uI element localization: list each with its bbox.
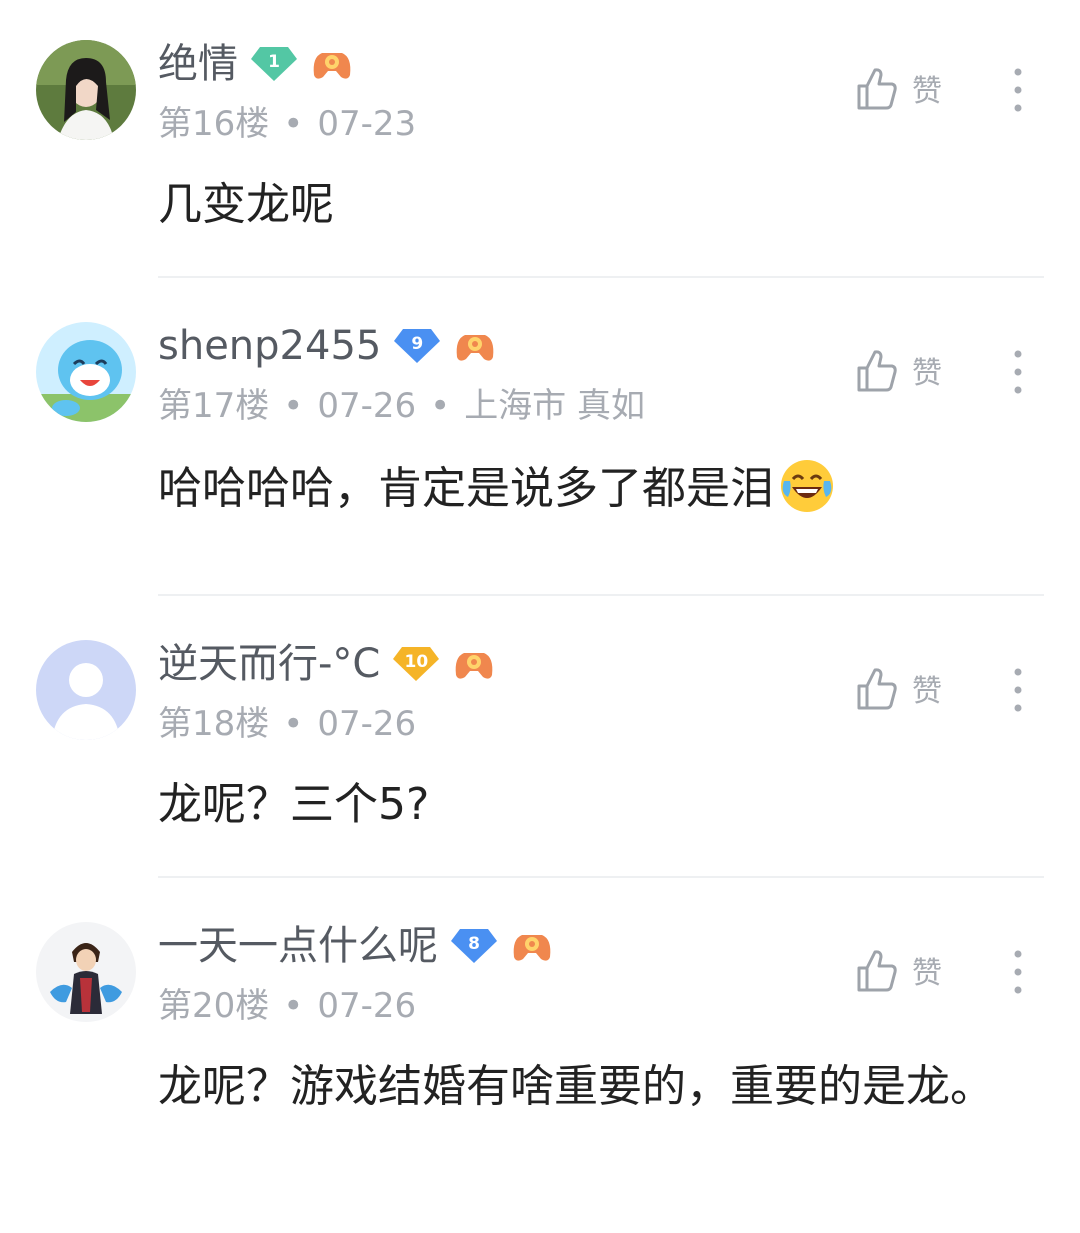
like-button[interactable]: 赞 <box>856 948 942 992</box>
name-row: 绝情 1 <box>158 36 354 92</box>
level-badge: 10 <box>392 645 440 683</box>
avatar[interactable] <box>36 640 136 740</box>
like-label: 赞 <box>912 74 942 109</box>
like-button[interactable]: 赞 <box>856 66 942 110</box>
post-date: 07-23 <box>317 104 417 144</box>
comment-text: 龙呢？游戏结婚有啥重要的，重要的是龙。 <box>158 1061 994 1112</box>
divider <box>158 876 1044 878</box>
more-options-button[interactable] <box>1006 66 1030 114</box>
thumbs-up-icon <box>857 668 897 710</box>
avatar[interactable] <box>36 322 136 422</box>
level-badge: 9 <box>393 327 441 365</box>
more-vertical-icon <box>1014 68 1022 112</box>
meta-separator: • <box>283 704 304 744</box>
more-options-button[interactable] <box>1006 348 1030 396</box>
comment-meta: 第18楼 • 07-26 <box>158 698 416 750</box>
username[interactable]: shenp2455 <box>158 318 381 374</box>
like-label: 赞 <box>912 674 942 709</box>
avatar-cartoon-blue-creature-icon <box>36 322 136 422</box>
meta-separator: • <box>283 986 304 1026</box>
comment-text: 龙呢？三个5? <box>158 779 430 830</box>
like-label: 赞 <box>912 356 942 391</box>
name-row: 逆天而行-°C 10 <box>158 636 496 692</box>
comment-text-content: 哈哈哈哈，肯定是说多了都是泪 <box>158 463 774 514</box>
more-vertical-icon <box>1014 350 1022 394</box>
level-badge: 8 <box>450 927 498 965</box>
floor-number: 第16楼 <box>158 104 270 144</box>
thumbs-up-icon <box>857 950 897 992</box>
avatar[interactable] <box>36 40 136 140</box>
level-badge: 1 <box>250 45 298 83</box>
comment-meta: 第17楼 • 07-26 • 上海市 真如 <box>158 380 645 432</box>
meta-separator: • <box>283 386 304 426</box>
like-label: 赞 <box>912 956 942 991</box>
meta-separator: • <box>430 386 451 426</box>
more-options-button[interactable] <box>1006 948 1030 996</box>
gamepad-badge-icon <box>310 45 354 83</box>
username[interactable]: 逆天而行-°C <box>158 636 380 692</box>
like-button[interactable]: 赞 <box>856 348 942 392</box>
avatar-anime-swordsman-icon <box>36 922 136 1022</box>
divider <box>158 276 1044 278</box>
more-vertical-icon <box>1014 950 1022 994</box>
divider <box>158 594 1044 596</box>
gamepad-badge-icon <box>510 927 554 965</box>
like-button[interactable]: 赞 <box>856 666 942 710</box>
post-date: 07-26 <box>317 986 417 1026</box>
avatar-photo-woman-icon <box>36 40 136 140</box>
level-number: 8 <box>468 934 480 954</box>
more-options-button[interactable] <box>1006 666 1030 714</box>
gamepad-badge-icon <box>453 327 497 365</box>
comment-meta: 第20楼 • 07-26 <box>158 980 416 1032</box>
meta-separator: • <box>283 104 304 144</box>
floor-number: 第20楼 <box>158 986 270 1026</box>
level-number: 1 <box>268 52 280 72</box>
name-row: 一天一点什么呢 8 <box>158 918 554 974</box>
name-row: shenp2455 9 <box>158 318 497 374</box>
gamepad-badge-icon <box>452 645 496 683</box>
comment-text: 哈哈哈哈，肯定是说多了都是泪 <box>158 456 1038 522</box>
more-vertical-icon <box>1014 668 1022 712</box>
comment-text: 几变龙呢 <box>158 179 334 230</box>
comment-meta: 第16楼 • 07-23 <box>158 98 416 150</box>
floor-number: 第17楼 <box>158 386 270 426</box>
level-number: 10 <box>404 652 429 672</box>
avatar-default-silhouette-icon <box>36 640 136 740</box>
thumbs-up-icon <box>857 350 897 392</box>
post-location: 上海市 真如 <box>464 386 645 426</box>
username[interactable]: 一天一点什么呢 <box>158 918 438 974</box>
thumbs-up-icon <box>857 68 897 110</box>
level-number: 9 <box>411 334 424 354</box>
floor-number: 第18楼 <box>158 704 270 744</box>
username[interactable]: 绝情 <box>158 36 238 92</box>
post-date: 07-26 <box>317 386 417 426</box>
post-date: 07-26 <box>317 704 417 744</box>
laughing-crying-emoji-icon <box>781 460 833 512</box>
avatar[interactable] <box>36 922 136 1022</box>
